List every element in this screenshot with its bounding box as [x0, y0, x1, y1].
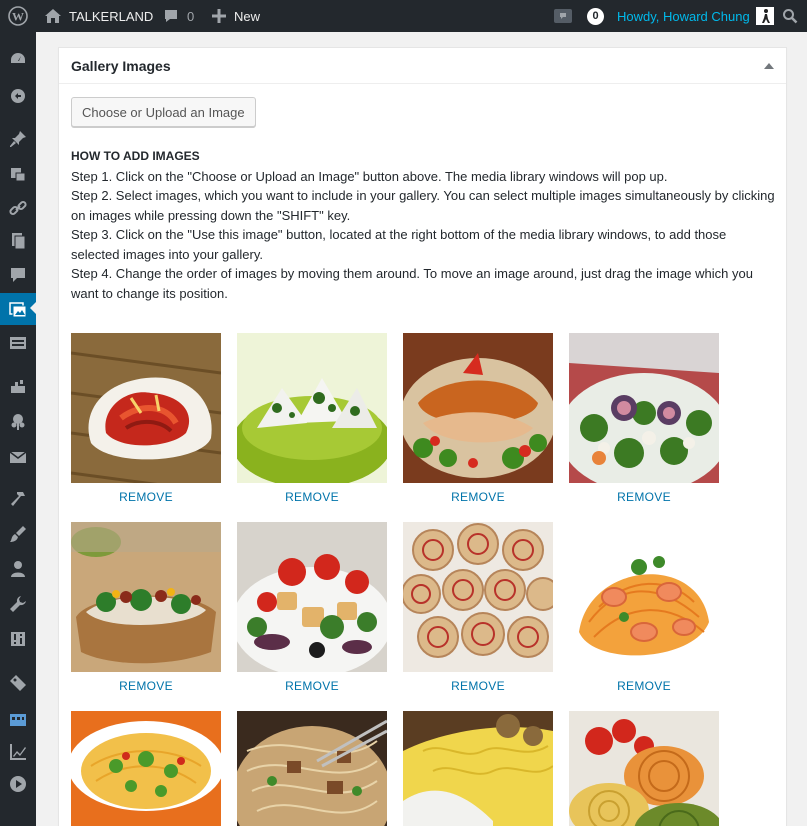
remove-link[interactable]: REMOVE — [71, 490, 221, 504]
gallery-icon[interactable] — [0, 293, 36, 325]
notification-badge[interactable]: 0 — [587, 0, 604, 32]
gallery-image-kimchi[interactable] — [71, 333, 221, 483]
wordpress-icon[interactable]: W — [8, 0, 28, 32]
tag-icon[interactable] — [0, 668, 36, 698]
search-icon[interactable] — [782, 0, 798, 32]
choose-upload-image-button[interactable]: Choose or Upload an Image — [71, 97, 256, 127]
admin-bar: W TALKERLAND 0 New 0 Howdy, Howard Chung — [0, 0, 807, 32]
remove-link[interactable]: REMOVE — [569, 490, 719, 504]
gallery-image-pasta[interactable] — [403, 711, 553, 826]
account-menu[interactable]: Howdy, Howard Chung — [617, 0, 774, 32]
postbox-title: Gallery Images — [71, 58, 171, 74]
postbox-header[interactable]: Gallery Images — [59, 48, 786, 84]
instruction-step-1: Step 1. Click on the "Choose or Upload a… — [71, 168, 668, 184]
instruction-step-3: Step 3. Click on the "Use this image" bu… — [71, 227, 727, 262]
remove-link[interactable]: REMOVE — [569, 679, 719, 693]
svg-text:W: W — [12, 10, 24, 24]
media-icon[interactable] — [0, 159, 36, 189]
instructions-heading: HOW TO ADD IMAGES — [71, 149, 200, 163]
dashboard-icon[interactable] — [0, 44, 36, 74]
gallery-image-fig-salad[interactable] — [569, 333, 719, 483]
gallery-image-pinwheels[interactable] — [403, 522, 553, 672]
avatar — [755, 7, 774, 25]
play-icon[interactable] — [0, 769, 36, 799]
gallery-images-postbox: Gallery Images Choose or Upload an Image… — [58, 47, 787, 826]
gallery-image-tomato-salad[interactable] — [237, 522, 387, 672]
plus-icon — [212, 9, 226, 23]
collapse-toggle-icon[interactable] — [764, 63, 774, 69]
forms-icon[interactable] — [0, 328, 36, 358]
notification-icon[interactable] — [553, 0, 573, 32]
users-icon[interactable] — [0, 554, 36, 584]
gallery-image-rice-balls[interactable] — [237, 333, 387, 483]
wrench-icon[interactable] — [0, 589, 36, 619]
gallery-image-toast[interactable] — [71, 522, 221, 672]
link-icon[interactable] — [0, 193, 36, 223]
instruction-step-2: Step 2. Select images, which you want to… — [71, 188, 775, 223]
pages-icon[interactable] — [0, 226, 36, 256]
new-label: New — [234, 8, 261, 24]
building-icon[interactable] — [0, 703, 36, 733]
gallery-image-roast-chicken[interactable] — [403, 333, 553, 483]
remove-link[interactable]: REMOVE — [403, 490, 553, 504]
notification-count: 0 — [587, 7, 604, 25]
gallery-image-pasta-nests[interactable] — [569, 711, 719, 826]
remove-link[interactable]: REMOVE — [71, 679, 221, 693]
instructions: HOW TO ADD IMAGES Step 1. Click on the "… — [71, 147, 777, 303]
gallery-image-shrimp-noodles[interactable] — [569, 522, 719, 672]
new-content-menu[interactable]: New — [212, 0, 260, 32]
tools-hammer-icon[interactable] — [0, 484, 36, 514]
appearance-icon[interactable] — [0, 372, 36, 402]
gallery-image-ramen[interactable] — [71, 711, 221, 826]
gallery-image-stir-fry-noodles[interactable] — [237, 711, 387, 826]
pin-icon[interactable] — [0, 124, 36, 154]
remove-link[interactable]: REMOVE — [237, 490, 387, 504]
remove-link[interactable]: REMOVE — [237, 679, 387, 693]
comment-bubble-icon — [165, 10, 177, 22]
howdy-text: Howdy, Howard Chung — [617, 8, 750, 24]
plugins-icon[interactable] — [0, 407, 36, 437]
site-menu[interactable]: TALKERLAND — [44, 0, 153, 32]
site-name: TALKERLAND — [69, 8, 154, 24]
brush-icon[interactable] — [0, 519, 36, 549]
comments-icon[interactable] — [0, 260, 36, 290]
mail-icon[interactable] — [0, 442, 36, 472]
admin-side-menu — [0, 32, 36, 826]
refresh-icon[interactable] — [0, 81, 36, 111]
chart-icon[interactable] — [0, 737, 36, 767]
settings-icon[interactable] — [0, 624, 36, 654]
remove-link[interactable]: REMOVE — [403, 679, 553, 693]
instruction-step-4: Step 4. Change the order of images by mo… — [71, 266, 753, 301]
comments-menu[interactable]: 0 — [163, 0, 194, 32]
home-icon — [45, 9, 61, 23]
comments-count: 0 — [187, 8, 195, 24]
